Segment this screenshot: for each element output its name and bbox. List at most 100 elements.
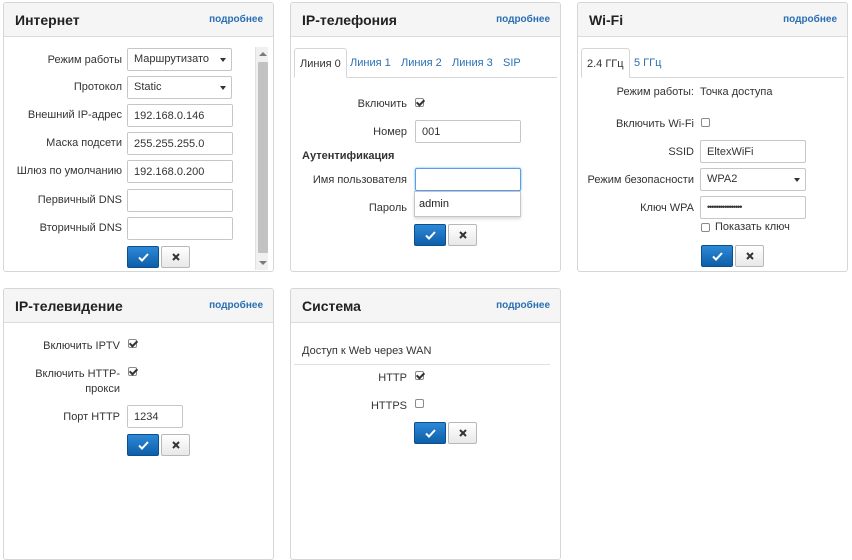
system-wan-access-label: Доступ к Web через WAN xyxy=(302,345,432,357)
tab-line-0[interactable]: Линия 0 xyxy=(294,48,347,78)
wifi-security-value: WPA2 xyxy=(707,173,738,185)
tab-sip[interactable]: SIP xyxy=(503,48,521,78)
internet-dns2-input[interactable] xyxy=(127,217,233,240)
wifi-enable-label: Включить Wi-Fi xyxy=(615,118,694,130)
wifi-show-key-checkbox[interactable] xyxy=(701,223,710,232)
internet-panel-title: Интернет xyxy=(15,11,80,28)
scroll-down-icon[interactable] xyxy=(259,261,267,265)
system-https-label: HTTPS xyxy=(370,400,407,412)
tab-line-2[interactable]: Линия 2 xyxy=(401,48,442,78)
internet-mask-label: Маска подсети xyxy=(46,137,122,149)
iptv-enable-checkbox[interactable] xyxy=(128,339,137,348)
internet-protocol-select[interactable]: Static xyxy=(127,76,232,99)
voip-username-label: Имя пользователя xyxy=(312,174,407,186)
internet-ip-input[interactable] xyxy=(127,104,233,127)
iptv-port-input[interactable] xyxy=(127,405,183,428)
iptv-port-label: Порт HTTP xyxy=(63,411,120,423)
wifi-enable-checkbox[interactable] xyxy=(701,118,710,127)
iptv-http-proxy-checkbox[interactable] xyxy=(128,367,137,376)
wifi-more-link[interactable]: подробнее xyxy=(783,14,837,25)
internet-protocol-value: Static xyxy=(134,81,162,93)
close-icon xyxy=(172,441,180,449)
wifi-tabs: 2.4 ГГц 5 ГГц xyxy=(581,48,844,78)
close-icon xyxy=(459,231,467,239)
system-save-button[interactable] xyxy=(414,422,446,444)
check-icon xyxy=(712,252,723,261)
close-icon xyxy=(172,253,180,261)
internet-gateway-label: Шлюз по умолчанию xyxy=(16,165,122,177)
system-https-checkbox[interactable] xyxy=(415,399,424,408)
wifi-mode-value: Точка доступа xyxy=(700,86,773,98)
iptv-save-button[interactable] xyxy=(127,434,159,456)
internet-protocol-label: Протокол xyxy=(73,81,122,93)
internet-ip-label: Внешний IP-адрес xyxy=(27,109,122,121)
wifi-panel-title: Wi-Fi xyxy=(589,11,624,28)
voip-tabs: Линия 0 Линия 1 Линия 2 Линия 3 SIP xyxy=(294,48,557,78)
check-icon xyxy=(138,441,149,450)
iptv-panel: IP-телевидение подробнее Включить IPTV В… xyxy=(3,288,274,560)
autocomplete-option-admin[interactable]: admin xyxy=(419,198,449,210)
wifi-save-button[interactable] xyxy=(701,245,733,267)
voip-save-button[interactable] xyxy=(414,224,446,246)
system-panel-header: Система подробнее xyxy=(291,289,560,323)
iptv-panel-title: IP-телевидение xyxy=(15,297,123,314)
voip-panel-title: IP-телефония xyxy=(302,11,397,28)
internet-dns1-input[interactable] xyxy=(127,189,233,212)
wifi-security-select[interactable]: WPA2 xyxy=(700,168,806,191)
close-icon xyxy=(459,429,467,437)
voip-panel-header: IP-телефония подробнее xyxy=(291,3,560,37)
voip-number-label: Номер xyxy=(373,126,407,138)
internet-dns2-label: Вторичный DNS xyxy=(39,222,122,234)
voip-enable-label: Включить xyxy=(357,98,407,110)
internet-dns1-label: Первичный DNS xyxy=(37,194,122,206)
voip-auth-title: Аутентификация xyxy=(302,150,395,162)
system-divider xyxy=(294,364,550,365)
internet-cancel-button[interactable] xyxy=(161,246,190,268)
check-icon xyxy=(138,253,149,262)
scroll-up-icon[interactable] xyxy=(259,52,267,56)
internet-panel: Интернет подробнее Режим работы Маршрути… xyxy=(3,2,274,272)
wifi-ssid-input[interactable] xyxy=(700,140,806,163)
voip-more-link[interactable]: подробнее xyxy=(496,14,550,25)
system-cancel-button[interactable] xyxy=(448,422,477,444)
wifi-key-input[interactable]: •••••••••••••••• xyxy=(700,196,806,219)
wifi-panel: Wi-Fi подробнее 2.4 ГГц 5 ГГц Режим рабо… xyxy=(577,2,848,272)
voip-number-input[interactable] xyxy=(415,120,521,143)
voip-panel: IP-телефония подробнее Линия 0 Линия 1 Л… xyxy=(290,2,561,272)
voip-username-autocomplete[interactable]: admin xyxy=(414,191,521,217)
internet-mode-select[interactable]: Маршрутизато xyxy=(127,48,232,71)
internet-scroll-thumb[interactable] xyxy=(258,62,268,253)
tab-line-1[interactable]: Линия 1 xyxy=(350,48,391,78)
internet-scrollbar[interactable] xyxy=(255,47,268,270)
voip-username-input[interactable] xyxy=(415,168,521,191)
iptv-cancel-button[interactable] xyxy=(161,434,190,456)
wifi-key-label: Ключ WPA xyxy=(640,202,694,214)
tab-wifi-5ghz[interactable]: 5 ГГц xyxy=(634,48,661,78)
wifi-show-key-label: Показать ключ xyxy=(715,221,790,233)
check-icon xyxy=(425,231,436,240)
tab-wifi-2-4ghz[interactable]: 2.4 ГГц xyxy=(581,48,630,78)
internet-mask-input[interactable] xyxy=(127,132,233,155)
wifi-ssid-label: SSID xyxy=(668,146,694,158)
voip-password-label: Пароль xyxy=(368,202,407,214)
voip-cancel-button[interactable] xyxy=(448,224,477,246)
iptv-more-link[interactable]: подробнее xyxy=(209,300,263,311)
internet-panel-header: Интернет подробнее xyxy=(4,3,273,37)
wifi-cancel-button[interactable] xyxy=(735,245,764,267)
system-http-checkbox[interactable] xyxy=(415,371,424,380)
internet-more-link[interactable]: подробнее xyxy=(209,14,263,25)
chevron-down-icon xyxy=(220,58,226,62)
internet-gateway-input[interactable] xyxy=(127,160,233,183)
chevron-down-icon xyxy=(220,86,226,90)
iptv-http-proxy-label-line2: прокси xyxy=(85,383,120,395)
iptv-enable-label: Включить IPTV xyxy=(43,340,120,352)
iptv-http-proxy-label-line1: Включить HTTP- xyxy=(35,368,120,380)
internet-mode-label: Режим работы xyxy=(47,54,122,66)
internet-save-button[interactable] xyxy=(127,246,159,268)
wifi-security-label: Режим безопасности xyxy=(587,174,694,186)
system-more-link[interactable]: подробнее xyxy=(496,300,550,311)
tab-line-3[interactable]: Линия 3 xyxy=(452,48,493,78)
close-icon xyxy=(746,252,754,260)
voip-enable-checkbox[interactable] xyxy=(415,98,424,107)
wifi-mode-label: Режим работы: xyxy=(616,86,694,98)
